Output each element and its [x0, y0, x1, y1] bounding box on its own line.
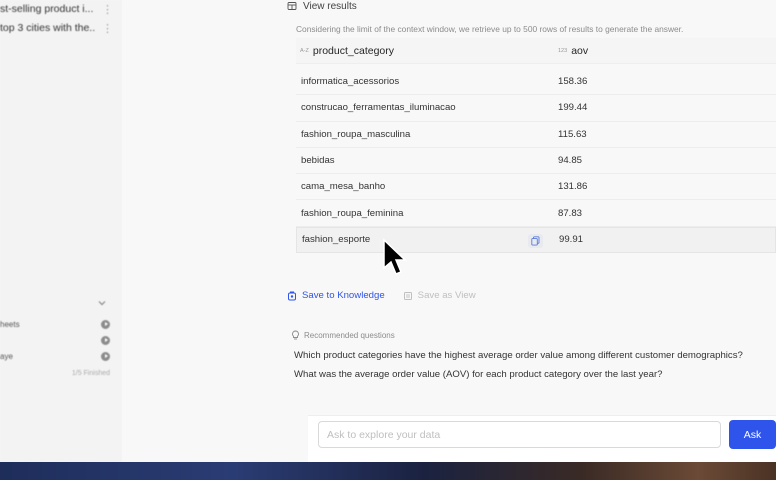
knowledge-icon	[288, 291, 296, 300]
table-row[interactable]: fashion_esporte 99.91	[296, 226, 776, 254]
recommended-questions-title: Recommended questions	[291, 330, 395, 340]
recommended-title-label: Recommended questions	[304, 330, 395, 340]
mouse-cursor-icon	[383, 238, 407, 275]
save-as-view-label: Save as View	[417, 290, 476, 301]
desktop-background	[0, 462, 776, 480]
aov-cell: 115.63	[558, 128, 587, 140]
table-row[interactable]: fashion_roupa_masculina 115.63	[296, 122, 776, 148]
play-icon[interactable]	[101, 319, 110, 329]
table-row[interactable]: construcao_ferramentas_iluminacao 199.44	[296, 95, 776, 122]
table-row[interactable]: informatica_acessorios 158.36	[296, 69, 776, 96]
category-cell: informatica_acessorios	[301, 76, 400, 88]
sidebar-row[interactable]: heets	[0, 317, 110, 331]
thread-item[interactable]: top 3 cities with the... ⋮	[0, 18, 113, 38]
recommended-question[interactable]: What was the average order value (AOV) f…	[294, 369, 662, 380]
result-actions: Save to Knowledge Save as View	[287, 290, 476, 301]
more-icon[interactable]: ⋮	[102, 22, 113, 35]
sidebar-row-label: aye	[0, 351, 13, 361]
play-icon[interactable]	[101, 351, 110, 361]
aov-cell: 199.44	[558, 102, 588, 114]
sidebar-row-label: heets	[0, 319, 20, 329]
aov-cell: 158.36	[558, 76, 588, 88]
play-icon[interactable]	[101, 335, 110, 345]
ask-button[interactable]: Ask	[729, 420, 776, 449]
category-cell: construcao_ferramentas_iluminacao	[301, 102, 456, 114]
main-panel: View results Considering the limit of th…	[122, 0, 776, 462]
aov-cell: 99.91	[559, 234, 584, 246]
table-icon	[287, 2, 297, 10]
save-to-knowledge-label: Save to Knowledge	[302, 290, 385, 301]
column-header: 123 aov	[552, 45, 588, 57]
aov-cell: 94.85	[558, 155, 583, 167]
category-cell: fashion_esporte	[302, 234, 371, 246]
thread-item-label: st-selling product i...	[0, 3, 94, 15]
status-text: 1/5 Finished	[71, 370, 110, 377]
category-cell: cama_mesa_banho	[301, 181, 386, 193]
save-to-knowledge-button[interactable]: Save to Knowledge	[287, 290, 385, 301]
copy-button[interactable]	[528, 233, 543, 248]
sidebar-row[interactable]: aye	[0, 349, 110, 363]
category-cell: fashion_roupa_masculina	[301, 128, 411, 140]
table-body: informatica_acessorios 158.36 construcao…	[296, 69, 776, 254]
table-row[interactable]: fashion_roupa_feminina 87.83	[296, 200, 776, 227]
column-label: product_category	[312, 44, 395, 57]
view-results-label: View results	[303, 0, 357, 12]
table-row[interactable]: cama_mesa_banho 131.86	[296, 174, 776, 201]
view-icon	[403, 291, 412, 300]
chevron-down-icon[interactable]	[97, 298, 107, 308]
number-type-icon: 123	[558, 47, 568, 54]
ask-input[interactable]: Ask to explore your data	[318, 421, 721, 448]
ask-bar: Ask to explore your data Ask	[308, 415, 776, 462]
sidebar-status: 1/5 Finished	[0, 370, 110, 377]
category-cell: fashion_roupa_feminina	[301, 207, 404, 219]
copy-icon	[531, 236, 540, 246]
aov-cell: 131.86	[558, 181, 588, 193]
column-label: aov	[571, 44, 589, 57]
view-results-header[interactable]: View results	[287, 0, 357, 12]
aov-cell: 87.83	[558, 207, 583, 219]
lightbulb-icon	[292, 330, 299, 340]
more-icon[interactable]: ⋮	[102, 3, 113, 16]
table-header: A-Z product_category 123 aov	[296, 38, 776, 64]
results-table: A-Z product_category 123 aov informatica…	[296, 38, 776, 254]
recommended-question[interactable]: Which product categories have the highes…	[294, 350, 743, 361]
sidebar: st-selling product i... ⋮ top 3 cities w…	[0, 0, 122, 462]
column-header: A-Z product_category	[296, 45, 552, 57]
category-cell: bebidas	[301, 155, 335, 167]
sidebar-row[interactable]	[0, 333, 110, 347]
thread-item-label: top 3 cities with the...	[0, 22, 96, 34]
text-type-icon: A-Z	[300, 47, 309, 54]
table-row[interactable]: bebidas 94.85	[296, 148, 776, 175]
thread-item[interactable]: st-selling product i... ⋮	[0, 0, 113, 19]
save-as-view-button[interactable]: Save as View	[403, 290, 476, 301]
results-note: Considering the limit of the context win…	[296, 24, 684, 34]
